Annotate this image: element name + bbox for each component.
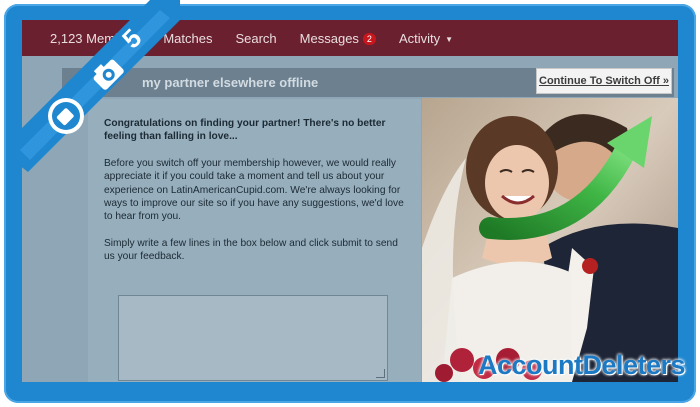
couple-photo <box>422 98 678 382</box>
instructions-paragraph: Simply write a few lines in the box belo… <box>104 238 398 263</box>
feedback-textarea[interactable] <box>118 295 388 381</box>
caret-down-icon: ▼ <box>445 34 454 44</box>
page-title: my partner elsewhere offline <box>142 75 319 90</box>
intro-paragraph: Before you switch off your membership ho… <box>104 158 404 223</box>
nav-activity[interactable]: Activity ▼ <box>399 31 453 46</box>
nav-members[interactable]: 2,123 Members <box>50 31 140 46</box>
top-nav: 2,123 Members Matches Search Messages 2 A… <box>22 20 678 56</box>
nav-activity-label: Activity <box>398 30 441 46</box>
nav-matches[interactable]: Matches <box>163 31 212 46</box>
browser-screen: 2,123 Members Matches Search Messages 2 A… <box>22 20 678 382</box>
account-deleters-watermark: AccountDeleters <box>478 350 686 380</box>
message-panel: Congratulations on finding your partner!… <box>88 99 421 382</box>
nav-messages-label: Messages <box>299 30 359 46</box>
continue-switch-off-button[interactable]: Continue To Switch Off » <box>536 68 672 94</box>
resize-grip-icon[interactable] <box>376 369 385 378</box>
nav-search[interactable]: Search <box>235 31 276 46</box>
congratulations-text: Congratulations on finding your partner!… <box>104 118 386 143</box>
messages-count-badge: 2 <box>362 33 376 46</box>
nav-messages[interactable]: Messages 2 <box>300 31 376 46</box>
